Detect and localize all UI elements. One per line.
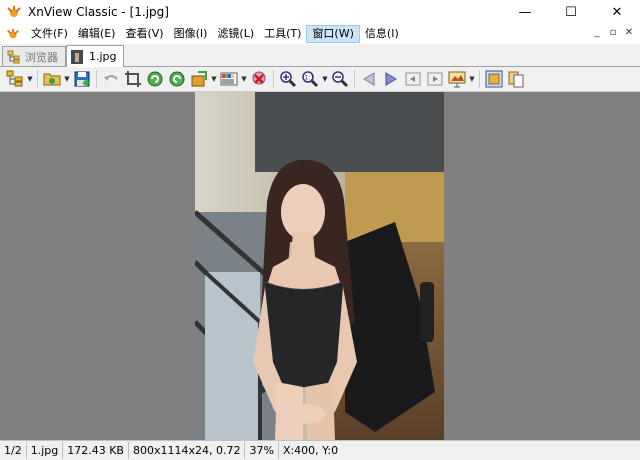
open-folder-icon[interactable] (41, 68, 63, 90)
copy-icon[interactable] (505, 68, 527, 90)
mdi-close-button[interactable]: ✕ (622, 26, 636, 40)
first-page-icon[interactable] (402, 68, 424, 90)
image-thumbnail-icon (71, 49, 85, 64)
browser-tree-icon (7, 50, 21, 64)
window-title: XnView Classic - [1.jpg] (28, 5, 169, 19)
slideshow-dropdown-icon[interactable]: ▼ (468, 68, 476, 90)
tab-strip: 浏览器 1.jpg (0, 44, 640, 67)
menu-tools[interactable]: 工具(T) (259, 25, 306, 43)
toolbar-separator (479, 70, 480, 88)
toolbar: ▼ ▼ ▼ ▼ 1:1 ▼ ▼ (0, 67, 640, 92)
fullscreen-icon[interactable] (483, 68, 505, 90)
mdi-restore-button[interactable]: ▫ (606, 26, 620, 40)
tab-browser[interactable]: 浏览器 (2, 46, 66, 66)
zoom-in-icon[interactable] (277, 68, 299, 90)
menu-file[interactable]: 文件(F) (26, 25, 73, 43)
menu-window[interactable]: 窗口(W) (306, 25, 360, 43)
adjust-icon[interactable] (188, 68, 210, 90)
menu-filter[interactable]: 滤镜(L) (212, 25, 259, 43)
menu-image[interactable]: 图像(I) (169, 25, 213, 43)
menu-view[interactable]: 查看(V) (120, 25, 168, 43)
slideshow-icon[interactable] (446, 68, 468, 90)
palette-dropdown-icon[interactable]: ▼ (240, 68, 248, 90)
tab-browser-label: 浏览器 (25, 50, 58, 64)
displayed-photo[interactable] (195, 92, 444, 440)
status-page: 1/2 (0, 442, 27, 459)
toolbar-separator (96, 70, 97, 88)
status-coords: X:400, Y:0 (282, 444, 339, 457)
tab-image-label: 1.jpg (89, 50, 117, 63)
menu-info[interactable]: 信息(I) (360, 25, 404, 43)
undo-icon[interactable] (100, 68, 122, 90)
rotate-right-icon[interactable] (166, 68, 188, 90)
save-icon[interactable] (71, 68, 93, 90)
zoom-fit-icon[interactable]: 1:1 (299, 68, 321, 90)
crop-icon[interactable] (122, 68, 144, 90)
close-button[interactable]: ✕ (594, 0, 640, 24)
open-dropdown-icon[interactable]: ▼ (63, 68, 71, 90)
menu-bar: 文件(F) 编辑(E) 查看(V) 图像(I) 滤镜(L) 工具(T) 窗口(W… (0, 24, 640, 44)
mdi-minimize-button[interactable]: _ (590, 26, 604, 40)
minimize-button[interactable]: — (502, 0, 548, 24)
status-filename: 1.jpg (27, 442, 64, 459)
zoom-dropdown-icon[interactable]: ▼ (321, 68, 329, 90)
browser-icon[interactable] (4, 68, 26, 90)
tab-image[interactable]: 1.jpg (66, 45, 124, 67)
status-zoom: 37% (245, 442, 279, 459)
menu-edit[interactable]: 编辑(E) (73, 25, 121, 43)
status-dimensions: 800x1114x24, 0.72 (129, 442, 246, 459)
palette-icon[interactable] (218, 68, 240, 90)
toolbar-separator (354, 70, 355, 88)
status-filesize: 172.43 KB (63, 442, 129, 459)
xnview-logo-icon (6, 4, 22, 20)
delete-icon[interactable] (248, 68, 270, 90)
last-page-icon[interactable] (424, 68, 446, 90)
maximize-button[interactable]: ☐ (548, 0, 594, 24)
previous-icon[interactable] (358, 68, 380, 90)
svg-text:1:1: 1:1 (305, 75, 315, 82)
zoom-out-icon[interactable] (329, 68, 351, 90)
xnview-menu-icon[interactable] (6, 27, 20, 41)
status-bar: 1/2 1.jpg 172.43 KB 800x1114x24, 0.72 37… (0, 440, 640, 460)
rotate-left-icon[interactable] (144, 68, 166, 90)
next-icon[interactable] (380, 68, 402, 90)
title-bar: XnView Classic - [1.jpg] — ☐ ✕ (0, 0, 640, 24)
image-viewer[interactable] (0, 92, 640, 440)
toolbar-separator (37, 70, 38, 88)
adjust-dropdown-icon[interactable]: ▼ (210, 68, 218, 90)
toolbar-separator (273, 70, 274, 88)
browser-dropdown-icon[interactable]: ▼ (26, 68, 34, 90)
